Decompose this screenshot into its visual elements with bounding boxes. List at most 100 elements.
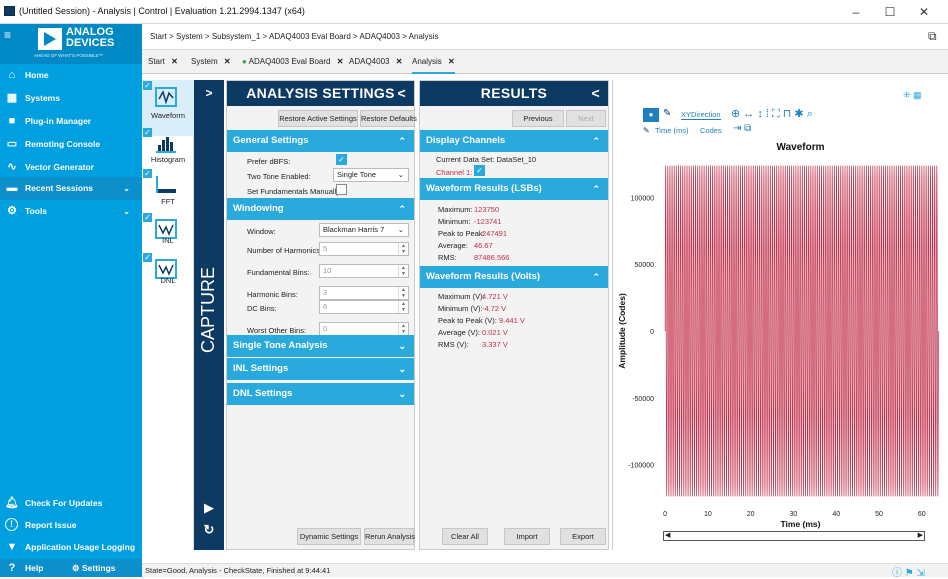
maximize-button[interactable]: ☐: [880, 4, 900, 20]
restore-active-button[interactable]: Restore Active Settings: [278, 110, 358, 127]
breadcrumb-item[interactable]: ADAQ4003: [360, 32, 400, 41]
close-icon[interactable]: ✕: [171, 57, 178, 66]
spinner-icon[interactable]: ▲ ▼: [398, 265, 408, 277]
breadcrumb-item[interactable]: Analysis: [409, 32, 439, 41]
section-display-channels[interactable]: Display Channels ⌃: [420, 130, 608, 152]
dc-bins-input[interactable]: 6 ▲ ▼: [319, 300, 409, 314]
plugin-dnl[interactable]: ✓ DNL: [142, 252, 194, 308]
channel-1-checkbox[interactable]: ✓: [474, 165, 485, 176]
chevron-up-icon: ⌃: [398, 136, 406, 146]
section-waveform-lsb[interactable]: Waveform Results (LSBs) ⌃: [420, 178, 608, 200]
help-icon: ?: [8, 562, 16, 574]
section-dnl-settings[interactable]: DNL Settings ⌄: [227, 383, 414, 405]
tab-analysis[interactable]: Analysis ✕: [412, 50, 455, 74]
close-icon[interactable]: ✕: [396, 57, 403, 66]
spinner-icon[interactable]: ▲ ▼: [398, 243, 408, 255]
nav-tools[interactable]: ⚙ Tools ⌄: [0, 200, 142, 223]
x-tick-label: 0: [663, 511, 667, 518]
section-general-settings[interactable]: General Settings ⌃: [227, 130, 414, 152]
tab-start[interactable]: Start ✕: [148, 50, 178, 74]
adi-logo-icon: [38, 28, 62, 50]
restore-defaults-button[interactable]: Restore Defaults: [360, 110, 417, 127]
nav-check-updates[interactable]: 🔔︎ Check For Updates: [0, 492, 142, 515]
section-single-tone[interactable]: Single Tone Analysis ⌄: [227, 335, 414, 357]
scroll-right-icon[interactable]: ▶: [918, 532, 923, 540]
y-tick-label: -50000: [632, 396, 654, 403]
chevron-up-icon: ⌃: [592, 184, 600, 194]
clear-all-button[interactable]: Clear All: [442, 528, 488, 545]
check-icon[interactable]: ✓: [143, 81, 152, 90]
collapse-icon[interactable]: <: [398, 81, 406, 106]
nav-help[interactable]: ? Help: [0, 559, 142, 577]
systems-icon: ▦: [6, 92, 18, 104]
play-button[interactable]: ▶: [194, 500, 224, 516]
fundamental-bins-input[interactable]: 10 ▲ ▼: [319, 264, 409, 278]
spinner-icon[interactable]: ▲ ▼: [398, 287, 408, 299]
refresh-button[interactable]: ↻: [194, 522, 224, 538]
dynamic-settings-button[interactable]: Dynamic Settings: [297, 528, 361, 545]
tab-system[interactable]: System ✕: [191, 50, 231, 74]
horizontal-scrollbar[interactable]: ◀ ▶: [663, 531, 925, 541]
check-icon[interactable]: ✓: [143, 128, 152, 137]
section-waveform-volts[interactable]: Waveform Results (Volts) ⌃: [420, 266, 608, 288]
scroll-left-icon[interactable]: ◀: [665, 532, 670, 540]
x-tick-label: 20: [747, 511, 755, 518]
export-button[interactable]: Export: [560, 528, 606, 545]
nav-report-issue[interactable]: ! Report Issue: [0, 514, 142, 537]
set-fundamentals-label: Set Fundamentals Manually:: [247, 187, 343, 196]
title-bar: (Untitled Session) - Analysis | Control …: [0, 0, 948, 24]
breadcrumb-item[interactable]: System: [176, 32, 203, 41]
hamburger-icon[interactable]: ≡: [4, 29, 28, 47]
worst-bins-input[interactable]: 0 ▲ ▼: [319, 322, 409, 336]
spinner-icon[interactable]: ▲ ▼: [398, 301, 408, 313]
nav-usage-logging[interactable]: ▼ Application Usage Logging: [0, 536, 142, 559]
plugin-list: ✓ Waveform ✓ Histogram ✓ FFT ✓ INL ✓ DNL: [142, 80, 194, 550]
section-windowing[interactable]: Windowing ⌃: [227, 198, 414, 220]
import-button[interactable]: Import: [504, 528, 550, 545]
check-icon[interactable]: ✓: [143, 253, 152, 262]
harmonics-input[interactable]: 5 ▲ ▼: [319, 242, 409, 256]
nav-vector-generator[interactable]: ∿ Vector Generator: [0, 156, 142, 179]
chevron-up-icon: ⌃: [592, 136, 600, 146]
previous-button[interactable]: Previous: [512, 110, 564, 127]
y-tick-label: 50000: [635, 262, 655, 269]
results-panel: RESULTS < Previous Next Display Channels ⌃…: [419, 80, 609, 550]
check-icon[interactable]: ✓: [143, 213, 152, 222]
close-button[interactable]: ✕: [914, 4, 934, 20]
breadcrumb-separator: >: [260, 32, 269, 41]
nav-systems[interactable]: ▦ Systems: [0, 87, 142, 110]
nav-settings[interactable]: ⚙ Settings: [72, 559, 116, 577]
tab-eval-board[interactable]: ● ADAQ4003 Eval Board ✕: [242, 50, 343, 74]
close-icon[interactable]: ✕: [224, 57, 231, 66]
breadcrumb-item[interactable]: Subsystem_1: [212, 32, 260, 41]
harmonic-bins-input[interactable]: 3 ▲ ▼: [319, 286, 409, 300]
vector-icon: ∿: [7, 161, 17, 173]
chevron-down-icon: ⌄: [123, 207, 130, 216]
worst-bins-label: Worst Other Bins:: [247, 326, 307, 335]
breadcrumb-item[interactable]: ADAQ4003 Eval Board: [269, 32, 351, 41]
close-icon[interactable]: ✕: [337, 57, 344, 66]
nav-home[interactable]: ⌂ Home: [0, 64, 142, 87]
nav-plugin-manager[interactable]: ■ Plug-in Manager: [0, 110, 142, 133]
prefer-dbfs-checkbox[interactable]: ✓: [336, 154, 347, 165]
nav-recent-sessions[interactable]: ▬ Recent Sessions ⌄: [0, 177, 142, 200]
breadcrumb-item[interactable]: Start: [150, 32, 167, 41]
two-tone-select[interactable]: Single Tone ⌄: [333, 168, 409, 182]
close-icon[interactable]: ✕: [448, 57, 455, 66]
check-icon[interactable]: ✓: [143, 169, 152, 178]
gear-icon: ⚙: [72, 563, 82, 573]
collapse-icon[interactable]: <: [592, 81, 600, 106]
rerun-analysis-button[interactable]: Rerun Analysis: [364, 528, 415, 545]
minimize-button[interactable]: –: [846, 4, 866, 20]
home-icon: ⌂: [8, 69, 16, 81]
set-fundamentals-checkbox[interactable]: [336, 184, 347, 195]
expand-capture-button[interactable]: >: [194, 86, 224, 100]
spinner-icon[interactable]: ▲ ▼: [398, 323, 408, 335]
window-select[interactable]: Blackman Harris 7 ⌄: [319, 223, 409, 237]
waveform-chart[interactable]: Waveform Amplitude (Codes) Time (ms) -10…: [613, 80, 948, 550]
section-inl-settings[interactable]: INL Settings ⌄: [227, 358, 414, 380]
tab-adaq4003[interactable]: ADAQ4003 ✕: [349, 50, 402, 74]
next-button[interactable]: Next: [566, 110, 606, 127]
nav-remoting-console[interactable]: ▭ Remoting Console: [0, 133, 142, 156]
panel-icon[interactable]: ⧉: [928, 29, 937, 44]
